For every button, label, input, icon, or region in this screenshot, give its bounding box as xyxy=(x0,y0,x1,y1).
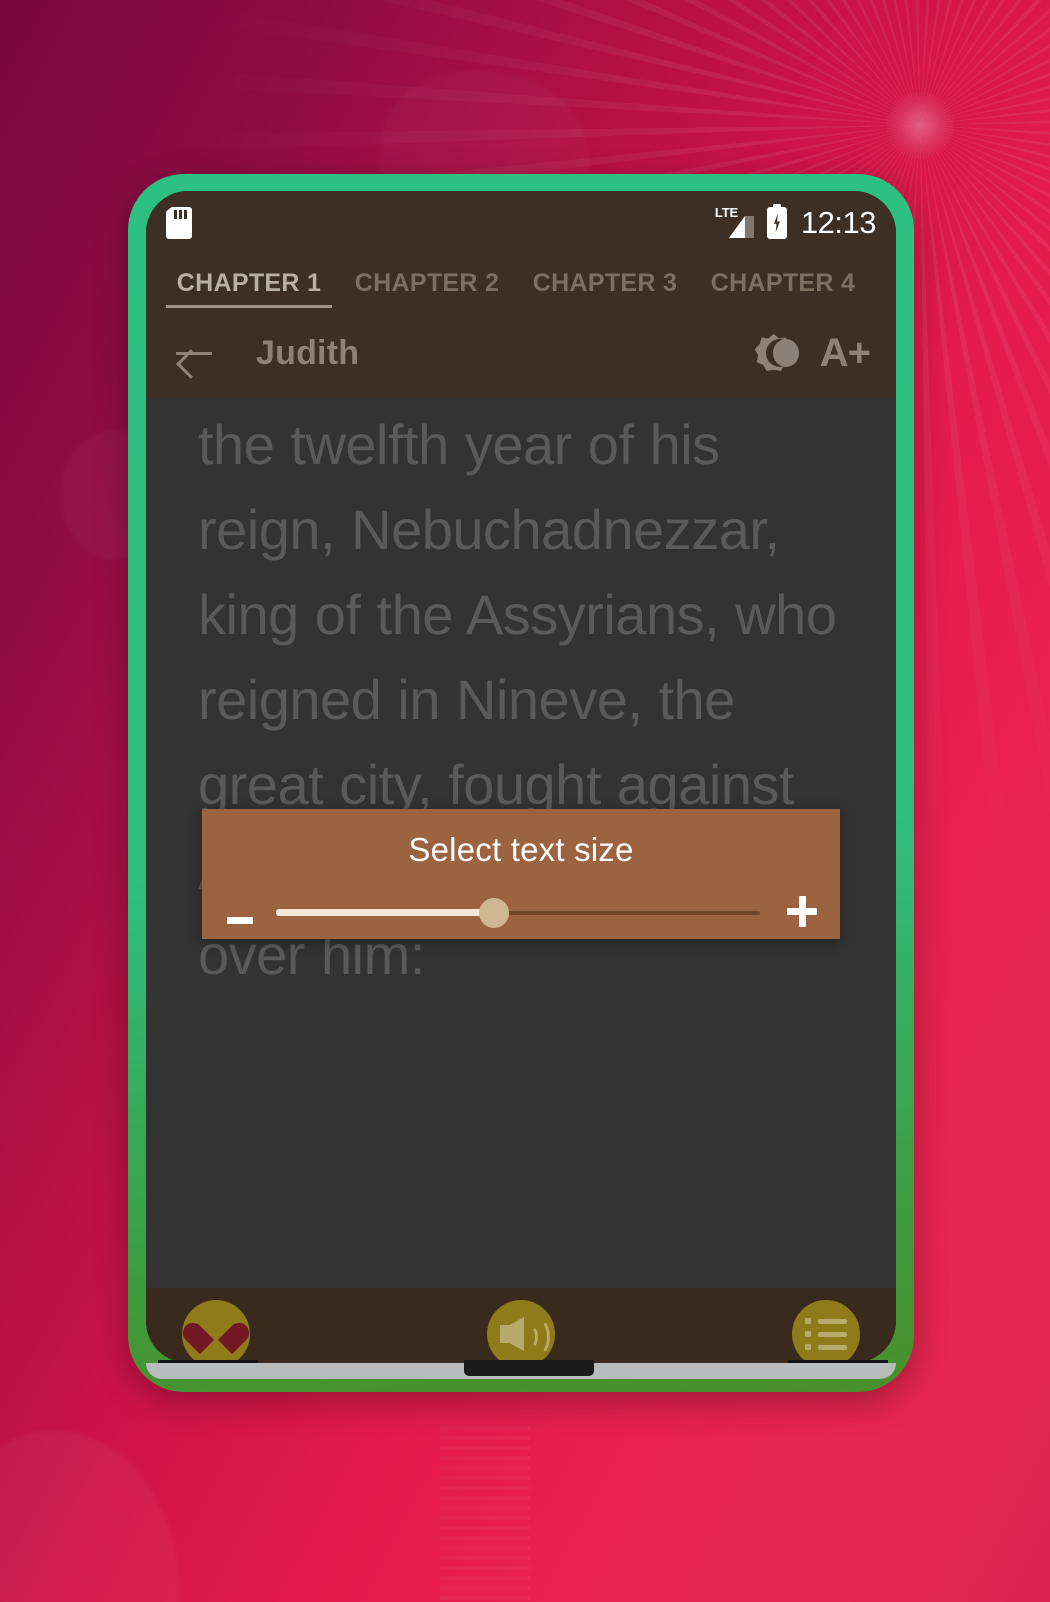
brightness-daynight-icon[interactable] xyxy=(752,331,799,375)
tab-chapter-3[interactable]: CHAPTER 3 xyxy=(516,269,694,308)
app-toolbar: Judith A+ xyxy=(146,308,896,398)
page-title: Judith xyxy=(256,333,360,372)
decorative-blob-left xyxy=(0,1430,180,1602)
slider-thumb[interactable] xyxy=(478,898,509,928)
text-size-button[interactable]: A+ xyxy=(820,333,871,373)
chapter-tabs[interactable]: CHAPTER 1 CHAPTER 2 CHAPTER 3 CHAPTER 4 xyxy=(146,255,896,308)
list-icon xyxy=(805,1318,847,1350)
status-bar-clock: 12:13 xyxy=(800,205,877,240)
text-size-slider[interactable] xyxy=(276,896,760,930)
signal-strength-icon xyxy=(728,214,755,238)
text-size-slider-row[interactable] xyxy=(202,887,840,939)
status-bar-right: LTE 12:13 xyxy=(715,204,877,241)
increase-text-size-button[interactable] xyxy=(784,893,818,933)
audio-button[interactable] xyxy=(487,1300,555,1363)
speaker-icon xyxy=(500,1315,550,1356)
phone-screen: LTE 12:13 CHAPTER 1 CHAPTER 2 CHAPTER 3 … xyxy=(146,191,896,1363)
tab-chapter-2[interactable]: CHAPTER 2 xyxy=(338,269,516,308)
sd-card-icon xyxy=(166,207,192,239)
tab-chapter-4[interactable]: CHAPTER 4 xyxy=(694,269,872,308)
chapter-list-button[interactable] xyxy=(792,1300,860,1363)
decrease-text-size-button[interactable] xyxy=(224,896,258,930)
toolbar-actions: A+ xyxy=(752,331,871,375)
favorite-button[interactable] xyxy=(182,1300,250,1363)
starburst-rays xyxy=(886,91,954,159)
signal-bars-icon: LTE xyxy=(715,206,755,240)
select-text-size-dialog[interactable]: Select text size xyxy=(202,809,840,939)
back-arrow-icon[interactable] xyxy=(172,331,218,375)
slider-track-active xyxy=(276,909,494,916)
status-bar: LTE 12:13 xyxy=(146,191,896,255)
tab-chapter-1[interactable]: CHAPTER 1 xyxy=(160,269,338,308)
phone-device-frame: LTE 12:13 CHAPTER 1 CHAPTER 2 CHAPTER 3 … xyxy=(128,174,914,1392)
battery-charging-icon xyxy=(766,204,787,239)
decorative-stripes xyxy=(440,1420,530,1602)
heart-icon xyxy=(197,1317,235,1351)
status-bar-left xyxy=(166,207,192,239)
device-chin-notch xyxy=(464,1360,594,1376)
dialog-title: Select text size xyxy=(408,831,634,868)
bottom-action-bar xyxy=(146,1288,896,1363)
